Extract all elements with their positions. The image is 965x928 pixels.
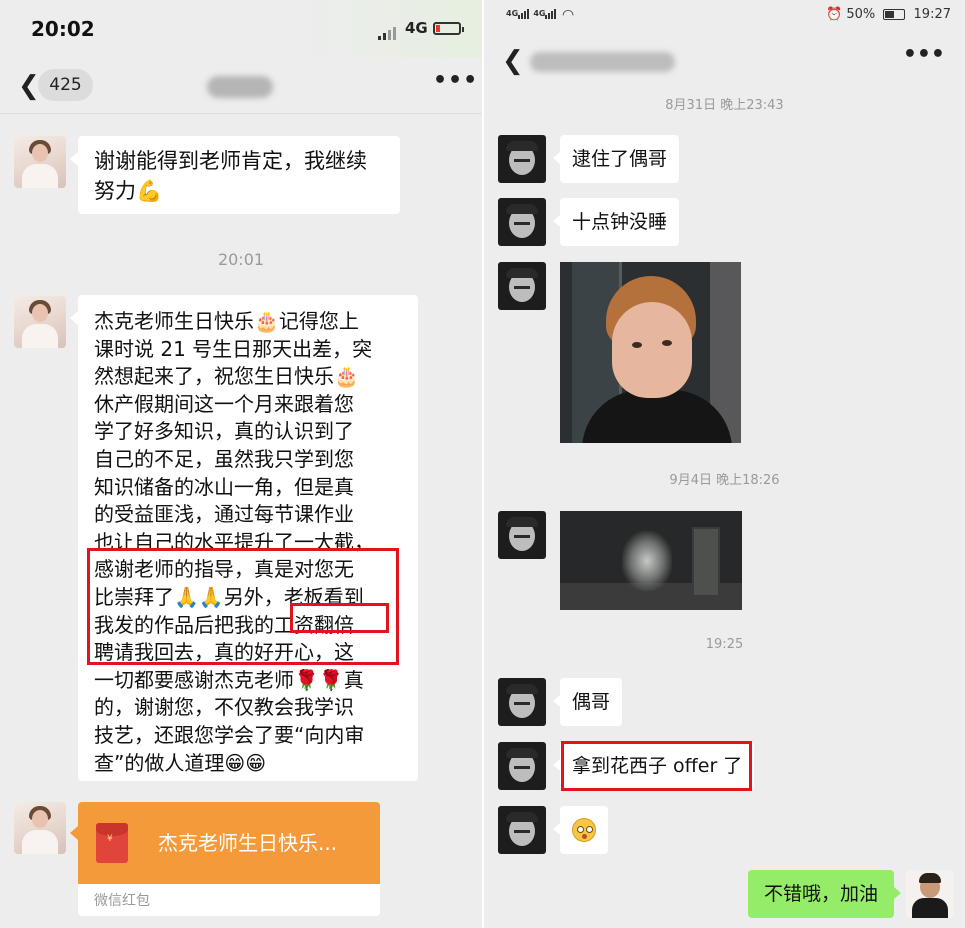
screenshot-composite: 20:02 4G ❮ 425 ••• 谢谢能得到老师肯定，我继续 努力💪 20:… [0, 0, 965, 928]
timestamp: 8月31日 晚上23:43 [665, 98, 784, 113]
signal-icon [378, 21, 398, 40]
alarm-icon: ⏰ [826, 7, 843, 22]
message-bubble[interactable]: 杰克老师生日快乐🎂记得您上 课时说 21 号生日那天出差，突 然想起来了，祝您生… [70, 295, 418, 781]
contact-avatar[interactable] [498, 806, 546, 854]
message-bubble[interactable]: 逮住了偶哥 [552, 135, 680, 183]
blurred-chat-title [207, 76, 273, 98]
timestamp: 9月4日 晚上18:26 [669, 473, 780, 488]
red-packet-label: 微信红包 [94, 893, 150, 909]
back-arrow-icon[interactable]: ❮ [18, 71, 40, 101]
timestamp: 19:25 [705, 637, 744, 652]
header-divider [0, 113, 482, 114]
red-packet-footer[interactable]: 微信红包 [78, 884, 380, 916]
photo-message-room[interactable] [560, 511, 742, 610]
message-bubble[interactable] [553, 806, 608, 854]
my-avatar[interactable] [906, 870, 954, 918]
contact-avatar[interactable] [498, 511, 546, 559]
battery-icon [433, 22, 464, 35]
left-chat-panel: 20:02 4G ❮ 425 ••• 谢谢能得到老师肯定，我继续 努力💪 20:… [0, 0, 482, 928]
chat-header: ❮ 425 ••• [0, 58, 482, 114]
status-bar: 4G 4G ◠ ⏰ 50% 19:27 [484, 0, 965, 34]
timestamp: 20:01 [217, 250, 265, 269]
network-label: 4G [405, 19, 428, 37]
status-right: ⏰ 50% 19:27 [826, 7, 951, 22]
red-packet[interactable]: 杰克老师生日快乐... [70, 802, 380, 884]
status-bar: 20:02 4G [0, 0, 482, 58]
red-packet-title: 杰克老师生日快乐... [158, 831, 338, 855]
contact-avatar[interactable] [14, 802, 66, 854]
flushed-face-emoji-icon [572, 818, 596, 842]
highlight-box [561, 741, 752, 791]
battery-icon [883, 9, 906, 20]
more-options-icon[interactable]: ••• [903, 42, 945, 67]
highlight-box [290, 603, 389, 633]
wifi-icon: ◠ [562, 7, 575, 23]
contact-avatar[interactable] [498, 135, 546, 183]
message-bubble[interactable]: 谢谢能得到老师肯定，我继续 努力💪 [70, 136, 400, 214]
contact-avatar[interactable] [498, 678, 546, 726]
right-chat-panel: 4G 4G ◠ ⏰ 50% 19:27 ❮ ••• 8月31日 晚上23:43 … [484, 0, 965, 928]
photo-message-boy[interactable] [560, 262, 741, 443]
chat-header: ❮ ••• [484, 34, 965, 88]
unread-count-badge[interactable]: 425 [38, 69, 93, 101]
back-arrow-icon[interactable]: ❮ [502, 46, 524, 76]
status-time: 20:02 [31, 17, 95, 41]
signal-icon: 4G 4G [506, 8, 557, 19]
message-bubble[interactable]: 偶哥 [552, 678, 623, 726]
battery-percent: 50% [846, 7, 876, 22]
red-envelope-icon [96, 823, 128, 863]
contact-avatar[interactable] [498, 198, 546, 246]
message-bubble[interactable]: 十点钟没睡 [552, 198, 680, 246]
blurred-chat-title [530, 52, 675, 72]
contact-avatar[interactable] [498, 262, 546, 310]
status-time: 19:27 [913, 7, 951, 22]
contact-avatar[interactable] [14, 136, 66, 188]
more-options-icon[interactable]: ••• [433, 68, 478, 93]
my-message-bubble[interactable]: 不错哦，加油 [748, 870, 901, 918]
contact-avatar[interactable] [498, 742, 546, 790]
contact-avatar[interactable] [14, 296, 66, 348]
